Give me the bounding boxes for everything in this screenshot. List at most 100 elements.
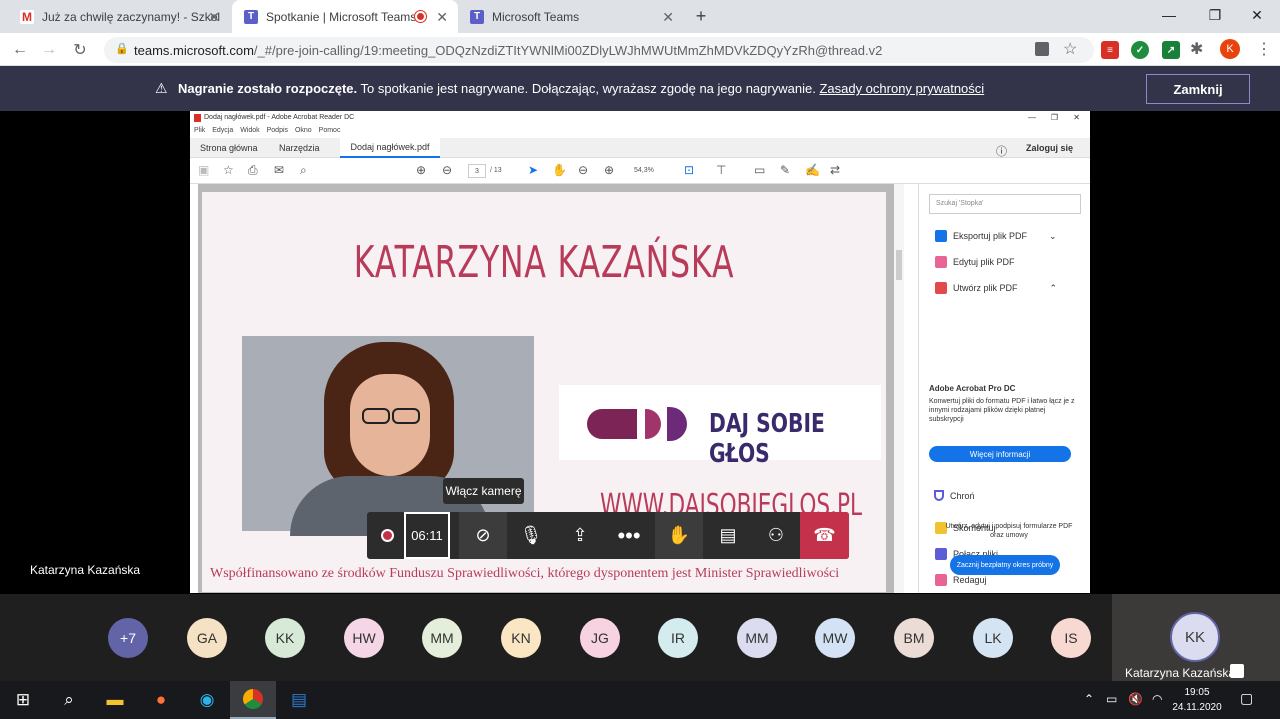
new-tab-button[interactable]: + [690, 5, 712, 27]
wifi-icon[interactable]: ◠ [1152, 692, 1162, 706]
window-close-icon[interactable]: ✕ [1234, 0, 1280, 30]
reload-icon[interactable]: ↻ [69, 39, 91, 61]
hand-icon[interactable]: ✋ [552, 163, 567, 177]
menu-item[interactable]: Okno [295, 127, 312, 134]
word-icon[interactable]: ▤ [276, 681, 322, 719]
participant-avatar[interactable]: MW [815, 618, 855, 658]
participant-avatar[interactable]: MM [422, 618, 462, 658]
edit-pdf-item[interactable]: Edytuj plik PDF [935, 256, 1015, 268]
profile-avatar[interactable]: K [1220, 39, 1240, 59]
close-icon[interactable]: ✕ [662, 9, 674, 26]
close-icon[interactable]: ✕ [436, 9, 448, 26]
protect-tool-item[interactable]: Chroń [934, 490, 975, 501]
start-trial-button[interactable]: Zacznij bezpłatny okres próbny [950, 555, 1060, 575]
edge-icon[interactable]: ◉ [184, 681, 230, 719]
participant-avatar[interactable]: HW [344, 618, 384, 658]
close-icon[interactable]: ✕ [1073, 111, 1080, 125]
page-up-icon[interactable]: ⊕ [416, 163, 426, 177]
star-icon[interactable]: ☆ [1063, 39, 1077, 59]
participants-button[interactable]: ⚇ [752, 512, 800, 559]
create-pdf-item[interactable]: Utwórz plik PDF ⌃ [935, 282, 1057, 294]
menu-item[interactable]: Pomoc [319, 127, 341, 134]
print-icon[interactable]: ⎙ [248, 163, 258, 178]
tab-tools[interactable]: Narzędzia [279, 143, 320, 153]
firefox-icon[interactable]: ● [138, 681, 184, 719]
zoom-in-icon[interactable]: ⊕ [604, 163, 614, 177]
search-icon[interactable]: ⌕ [46, 681, 92, 719]
extension-sheets-icon[interactable]: ↗ [1162, 41, 1180, 59]
participant-avatar[interactable]: KK [265, 618, 305, 658]
minimize-icon[interactable]: — [1146, 0, 1192, 30]
document-scrollbar[interactable] [894, 184, 904, 593]
extensions-puzzle-icon[interactable]: ✱ [1190, 39, 1203, 59]
login-link[interactable]: Zaloguj się [1026, 143, 1073, 153]
page-down-icon[interactable]: ⊖ [442, 163, 452, 177]
menu-item[interactable]: Plik [194, 127, 205, 134]
help-icon[interactable]: ⓘ [996, 143, 1007, 159]
close-icon[interactable]: ✕ [208, 9, 220, 26]
fit-page-icon[interactable]: ⊡ [684, 163, 694, 177]
hang-up-button[interactable]: ☎ [800, 512, 849, 559]
redact-tool-item[interactable]: Redaguj [935, 574, 987, 586]
privacy-link[interactable]: Zasady ochrony prywatności [819, 81, 984, 96]
zoom-level[interactable]: 54,3% [634, 167, 654, 174]
notifications-icon[interactable]: ▢ [1240, 690, 1258, 708]
mic-off-button[interactable]: 🎙 [507, 512, 555, 559]
tab-gmail[interactable]: M Już za chwilę zaczynamy! - Szkol ✕ [8, 0, 230, 33]
chrome-icon[interactable] [230, 681, 276, 719]
participant-avatar[interactable]: LK [973, 618, 1013, 658]
participant-avatar[interactable]: IR [658, 618, 698, 658]
participant-avatar[interactable]: MM [737, 618, 777, 658]
menu-item[interactable]: Podpis [267, 127, 288, 134]
select-cursor-icon[interactable]: ➤ [528, 163, 538, 177]
star-icon[interactable]: ☆ [223, 163, 234, 177]
maximize-icon[interactable]: ❐ [1192, 0, 1238, 30]
tab-teams-meeting[interactable]: T Spotkanie | Microsoft Teams ✕ [232, 0, 458, 33]
stamp-icon[interactable]: ⊤ [716, 163, 726, 177]
raise-hand-button[interactable]: ✋ [655, 512, 703, 559]
participant-avatar[interactable]: GA [187, 618, 227, 658]
more-actions-button[interactable]: ••• [605, 512, 653, 559]
minimize-icon[interactable]: — [1028, 111, 1036, 125]
more-info-button[interactable]: Więcej informacji [929, 446, 1071, 462]
windows-start-icon[interactable]: ⊞ [0, 681, 46, 719]
tools-search-input[interactable]: Szukaj 'Stopka' [929, 194, 1081, 214]
self-pin-icon[interactable] [1230, 664, 1244, 678]
page-number-input[interactable]: 3 [468, 164, 486, 178]
tab-document[interactable]: Dodaj nagłówek.pdf [340, 138, 440, 158]
kebab-menu-icon[interactable]: ⋮ [1256, 39, 1272, 59]
camera-icon[interactable] [1035, 42, 1049, 56]
menu-item[interactable]: Widok [240, 127, 259, 134]
zoom-out-icon[interactable]: ⊖ [578, 163, 588, 177]
participant-avatar[interactable]: +7 [108, 618, 148, 658]
participant-avatar[interactable]: JG [580, 618, 620, 658]
participant-avatar[interactable]: KN [501, 618, 541, 658]
forward-arrow-icon[interactable]: → [38, 39, 60, 61]
extension-icon[interactable]: ≡ [1101, 41, 1119, 59]
participant-avatar[interactable]: BM [894, 618, 934, 658]
chevron-up-icon[interactable]: ⌃ [1084, 692, 1094, 706]
sign-icon[interactable]: ✍ [805, 163, 820, 177]
volume-muted-icon[interactable]: 🔇 [1128, 692, 1143, 706]
chat-button[interactable]: ▤ [704, 512, 752, 559]
export-pdf-item[interactable]: Eksportuj plik PDF ⌄ [935, 230, 1057, 242]
menu-item[interactable]: Edycja [212, 127, 233, 134]
pen-icon[interactable]: ✎ [780, 163, 790, 177]
system-clock[interactable]: 19:05 24.11.2020 [1172, 685, 1222, 715]
back-arrow-icon[interactable]: ← [9, 39, 31, 61]
camera-off-button[interactable]: ⊘ [459, 512, 507, 559]
battery-icon[interactable]: ▭ [1106, 692, 1117, 706]
file-explorer-icon[interactable]: ▬ [92, 681, 138, 719]
share-icon[interactable]: ⇄ [830, 163, 840, 177]
address-bar[interactable]: 🔒 teams.microsoft.com/_#/pre-join-callin… [104, 37, 1094, 63]
tab-home[interactable]: Strona główna [200, 143, 258, 153]
tab-teams[interactable]: T Microsoft Teams ✕ [458, 0, 684, 33]
extension-check-icon[interactable]: ✓ [1131, 41, 1149, 59]
share-screen-button[interactable]: ⇪ [556, 512, 604, 559]
save-icon[interactable]: ▣ [198, 163, 209, 177]
maximize-icon[interactable]: ❐ [1051, 111, 1058, 125]
close-banner-button[interactable]: Zamknij [1146, 74, 1250, 104]
mail-icon[interactable]: ✉ [274, 163, 284, 177]
zoom-search-icon[interactable]: ⌕ [300, 163, 307, 178]
participant-avatar[interactable]: IS [1051, 618, 1091, 658]
